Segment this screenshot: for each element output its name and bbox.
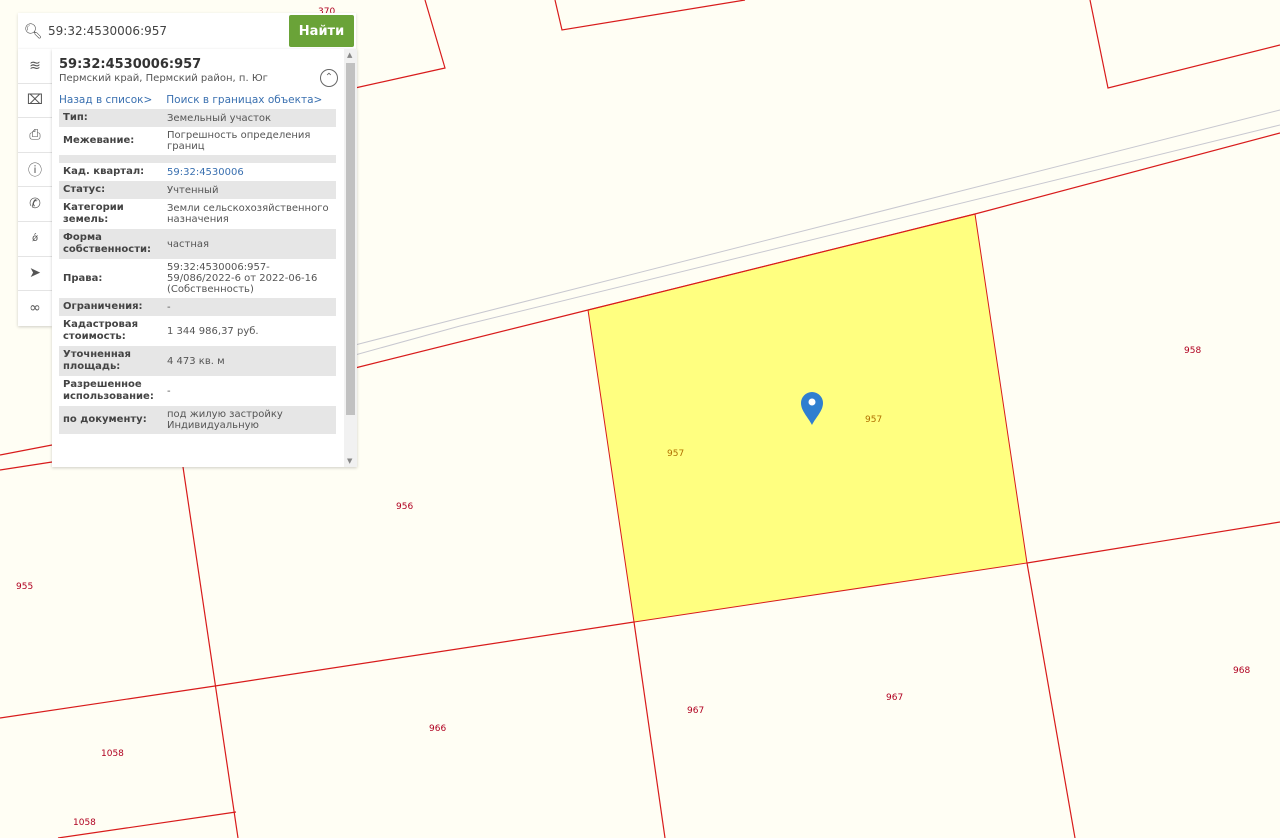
selected-parcel[interactable] xyxy=(587,213,1028,623)
attribute-row: Ограничения: - xyxy=(59,298,336,316)
attribute-label: Межевание: xyxy=(63,135,135,146)
collapse-icon[interactable]: ⌃ xyxy=(320,69,338,87)
search-icon: 🔍︎ xyxy=(23,22,43,40)
attribute-label: Кад. квартал: xyxy=(63,166,145,177)
phone-icon[interactable]: ✆ xyxy=(18,187,52,222)
attribute-row: Форма собственности: частная xyxy=(59,229,336,259)
attribute-label: Ограничения: xyxy=(63,301,143,312)
parcel-number-label: 956 xyxy=(396,502,413,512)
object-title: 59:32:4530006:957 xyxy=(59,57,202,72)
attribute-value: Учтенный xyxy=(167,184,219,196)
help-icon[interactable]: ⓘ xyxy=(18,153,52,188)
ruler-icon[interactable]: ⌧ xyxy=(18,84,52,119)
link-icon[interactable]: ∞ xyxy=(18,291,52,326)
parcel-number-label: 967 xyxy=(886,693,903,703)
attribute-row: Категории земель: Земли сельскохозяйствен… xyxy=(59,199,336,229)
parcel-number-label: 968 xyxy=(1233,666,1250,676)
parcel-number-label: 957 xyxy=(865,415,882,425)
object-info-panel: 59:32:4530006:957 Пермский край, Пермски… xyxy=(52,49,357,467)
attribute-label: Разрешенное использование: xyxy=(63,379,154,402)
attribute-value: 1 344 986,37 руб. xyxy=(167,325,259,337)
print-icon[interactable]: ⎙ xyxy=(18,118,52,153)
attributes-table: Тип: Земельный участок Межевание: Погрешнос… xyxy=(59,109,336,434)
attribute-row: Тип: Земельный участок xyxy=(59,109,336,127)
attribute-label: Кадастровая стоимость: xyxy=(63,319,138,342)
parcel-number-label: 958 xyxy=(1184,346,1201,356)
attribute-value: - xyxy=(167,301,171,313)
attribute-value xyxy=(163,155,336,163)
attribute-value: Земли сельскохозяйственного назначения xyxy=(167,203,329,225)
attribute-row: по документу: под жилую застройку Индивид… xyxy=(59,406,336,434)
parcel-number-label: 955 xyxy=(16,582,33,592)
layers-icon[interactable]: ≋ xyxy=(18,49,52,84)
back-to-list-link[interactable]: Назад в список> xyxy=(59,94,152,106)
attribute-label: Тип: xyxy=(63,112,88,123)
attribute-label xyxy=(59,155,163,163)
attribute-label: Уточненная площадь: xyxy=(63,349,131,372)
attribute-label: Форма собственности: xyxy=(63,232,152,255)
attribute-label: Категории земель: xyxy=(63,202,124,225)
attribute-value: Земельный участок xyxy=(167,112,272,124)
attribute-label: Статус: xyxy=(63,184,106,195)
scrollbar[interactable]: ▲ ▼ xyxy=(344,49,357,467)
attribute-row xyxy=(59,155,336,163)
attribute-row: Кадастровая стоимость: 1 344 986,37 руб. xyxy=(59,316,336,346)
attribute-value: Погрешность определения границ xyxy=(167,130,311,152)
attribute-value[interactable]: 59:32:4530006 xyxy=(163,163,336,181)
parcel-number-label: 967 xyxy=(687,706,704,716)
attribute-row: Кад. квартал: 59:32:4530006 xyxy=(59,163,336,181)
attribute-value: под жилую застройку Индивидуальную xyxy=(167,409,283,431)
attribute-label: по документу: xyxy=(63,414,147,425)
attribute-value: 59:32:4530006:957-59/086/2022-6 от 2022-… xyxy=(167,262,318,295)
attribute-row: Права: 59:32:4530006:957-59/086/2022-6 от… xyxy=(59,259,336,298)
search-input[interactable] xyxy=(48,24,289,38)
search-button[interactable]: Найти xyxy=(289,15,354,47)
attribute-row: Уточненная площадь: 4 473 кв. м xyxy=(59,346,336,376)
attribute-row: Разрешенное использование: - xyxy=(59,376,336,406)
toolbar: ≋ ⌧ ⎙ ⓘ ✆ ǿ ➤ ∞ xyxy=(18,49,52,326)
attribute-value: 4 473 кв. м xyxy=(167,355,225,367)
parcel-number-label: 957 xyxy=(667,449,684,459)
signature-icon[interactable]: ǿ xyxy=(18,222,52,257)
navigate-icon[interactable]: ➤ xyxy=(18,257,52,292)
attribute-label: Права: xyxy=(63,272,103,284)
attribute-value: - xyxy=(167,385,171,397)
parcel-number-label: 966 xyxy=(429,724,446,734)
attribute-value: частная xyxy=(167,238,210,250)
object-address: Пермский край, Пермский район, п. Юг xyxy=(59,73,268,84)
parcel-number-label: 1058 xyxy=(73,818,96,828)
parcel-number-label: 1058 xyxy=(101,749,124,759)
search-bar: 🔍︎ Найти xyxy=(18,13,356,49)
attribute-row: Статус: Учтенный xyxy=(59,181,336,199)
attribute-row: Межевание: Погрешность определения границ xyxy=(59,127,336,155)
search-in-bounds-link[interactable]: Поиск в границах объекта> xyxy=(166,94,322,106)
